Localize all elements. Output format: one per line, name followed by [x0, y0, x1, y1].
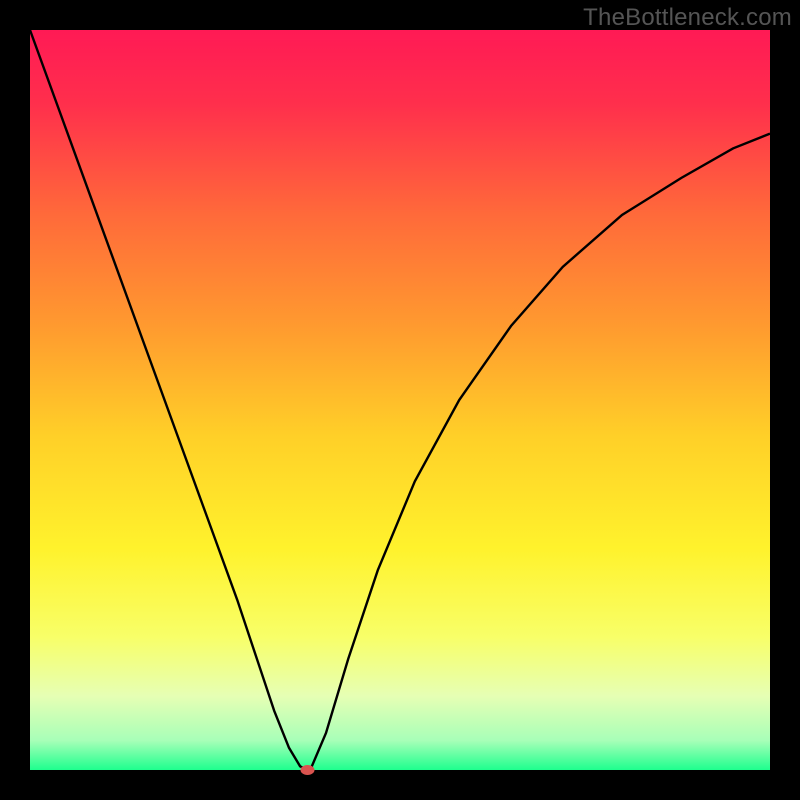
plot-background [30, 30, 770, 770]
watermark-text: TheBottleneck.com [583, 4, 792, 32]
optimal-point-marker [301, 765, 315, 775]
bottleneck-chart [0, 0, 800, 800]
chart-container: TheBottleneck.com [0, 0, 800, 800]
